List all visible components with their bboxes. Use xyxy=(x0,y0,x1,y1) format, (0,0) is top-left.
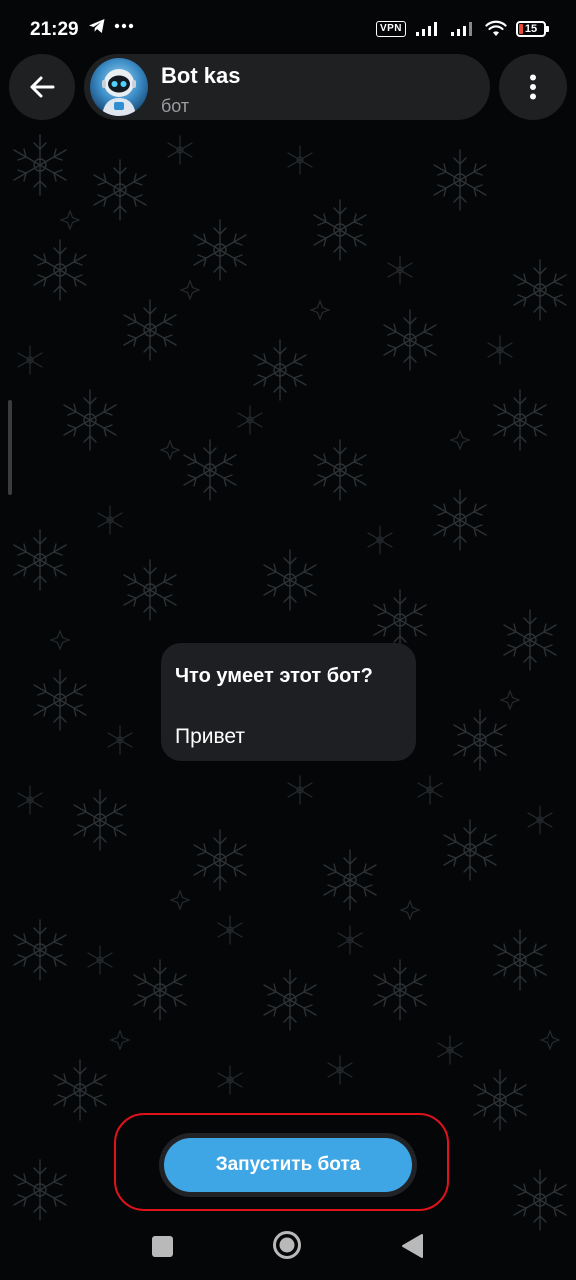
status-right-icons: VPN 15 xyxy=(375,20,549,37)
bot-info-bubble: Что умеет этот бот? Привет xyxy=(161,643,416,761)
scroll-indicator[interactable] xyxy=(8,400,12,495)
more-menu-button[interactable] xyxy=(499,54,567,120)
system-nav-bar xyxy=(0,1216,576,1280)
robot-avatar-icon xyxy=(90,58,148,116)
chat-header: Bot kas бот xyxy=(0,52,576,124)
chat-title: Bot kas xyxy=(161,63,241,88)
home-circle-icon[interactable] xyxy=(272,1230,302,1260)
battery-icon: 15 xyxy=(516,20,549,37)
chat-title-bar[interactable]: Bot kas бот xyxy=(84,54,490,120)
status-left-icons xyxy=(88,18,134,34)
status-bar: 21:29 VPN 15 xyxy=(0,0,576,60)
recents-square-icon[interactable] xyxy=(152,1236,173,1257)
battery-level: 15 xyxy=(524,22,538,35)
battery-tip xyxy=(546,25,549,32)
cellular-signal-icon xyxy=(416,21,437,36)
back-button[interactable] xyxy=(9,54,75,120)
telegram-icon xyxy=(89,19,105,33)
cellular-signal-2-icon xyxy=(451,21,472,36)
more-vertical-icon xyxy=(530,74,536,100)
status-time: 21:29 xyxy=(30,19,79,40)
chat-screen: 21:29 VPN 15 Bot kas бот Что умеет этот … xyxy=(0,0,576,1280)
arrow-left-icon xyxy=(30,76,55,98)
chat-subtitle: бот xyxy=(161,96,190,116)
start-bot-button[interactable]: Запустить бота xyxy=(164,1138,412,1192)
bot-avatar[interactable] xyxy=(90,58,148,116)
bot-info-text: Привет xyxy=(175,725,246,748)
back-triangle-icon[interactable] xyxy=(400,1233,424,1259)
vpn-badge: VPN xyxy=(375,20,406,37)
wifi-icon xyxy=(485,20,507,36)
more-notifications-icon xyxy=(114,23,134,29)
bot-info-title: Что умеет этот бот? xyxy=(175,665,373,687)
snowflake-wallpaper xyxy=(0,0,576,1280)
